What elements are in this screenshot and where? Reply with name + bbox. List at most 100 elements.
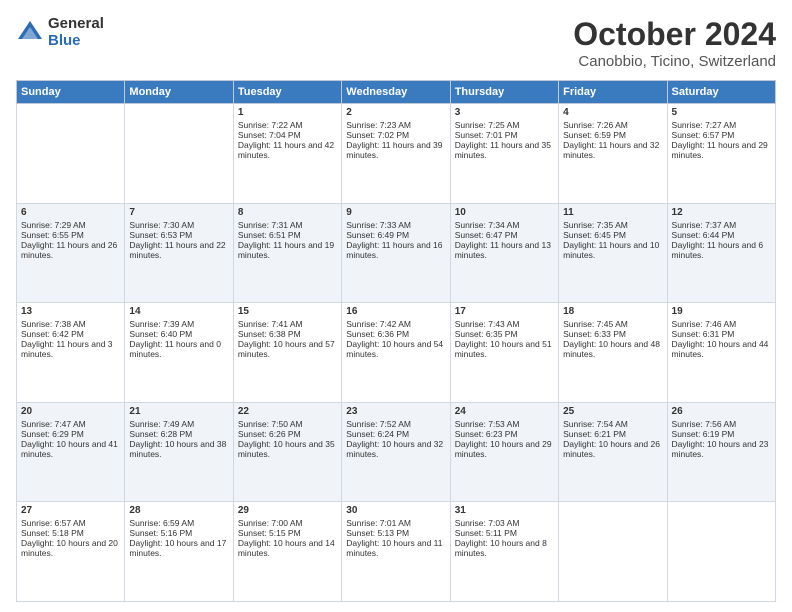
- daylight-text: Daylight: 10 hours and 26 minutes.: [563, 439, 662, 459]
- sunrise-text: Sunrise: 7:38 AM: [21, 319, 120, 329]
- sunset-text: Sunset: 5:18 PM: [21, 528, 120, 538]
- calendar-row: 6Sunrise: 7:29 AMSunset: 6:55 PMDaylight…: [17, 203, 776, 303]
- sunrise-text: Sunrise: 7:30 AM: [129, 220, 228, 230]
- daylight-text: Daylight: 11 hours and 0 minutes.: [129, 339, 228, 359]
- calendar-cell: [17, 104, 125, 204]
- day-number: 23: [346, 406, 445, 417]
- calendar-cell: 14Sunrise: 7:39 AMSunset: 6:40 PMDayligh…: [125, 303, 233, 403]
- sunset-text: Sunset: 5:16 PM: [129, 528, 228, 538]
- calendar-cell: 31Sunrise: 7:03 AMSunset: 5:11 PMDayligh…: [450, 502, 558, 602]
- day-number: 12: [672, 207, 771, 218]
- daylight-text: Daylight: 11 hours and 26 minutes.: [21, 240, 120, 260]
- daylight-text: Daylight: 11 hours and 3 minutes.: [21, 339, 120, 359]
- day-number: 19: [672, 306, 771, 317]
- sunset-text: Sunset: 6:57 PM: [672, 130, 771, 140]
- daylight-text: Daylight: 11 hours and 22 minutes.: [129, 240, 228, 260]
- sunset-text: Sunset: 6:33 PM: [563, 329, 662, 339]
- calendar-row: 13Sunrise: 7:38 AMSunset: 6:42 PMDayligh…: [17, 303, 776, 403]
- sunset-text: Sunset: 6:40 PM: [129, 329, 228, 339]
- calendar-cell: 21Sunrise: 7:49 AMSunset: 6:28 PMDayligh…: [125, 402, 233, 502]
- calendar-cell: 2Sunrise: 7:23 AMSunset: 7:02 PMDaylight…: [342, 104, 450, 204]
- daylight-text: Daylight: 10 hours and 8 minutes.: [455, 538, 554, 558]
- day-number: 29: [238, 505, 337, 516]
- sunset-text: Sunset: 6:44 PM: [672, 230, 771, 240]
- calendar-cell: 12Sunrise: 7:37 AMSunset: 6:44 PMDayligh…: [667, 203, 775, 303]
- sunset-text: Sunset: 5:13 PM: [346, 528, 445, 538]
- daylight-text: Daylight: 10 hours and 54 minutes.: [346, 339, 445, 359]
- calendar-cell: 19 Sunrise: 7:46 AMSunset: 6:31 PMDayligh…: [667, 303, 775, 403]
- sunrise-text: Sunrise: 7:43 AM: [455, 319, 554, 329]
- day-number: 17: [455, 306, 554, 317]
- day-number: 21: [129, 406, 228, 417]
- sunrise-text: Sunrise: 7:01 AM: [346, 518, 445, 528]
- daylight-text: Daylight: 10 hours and 11 minutes.: [346, 538, 445, 558]
- sunrise-text: Sunrise: 7:34 AM: [455, 220, 554, 230]
- calendar-cell: 13Sunrise: 7:38 AMSunset: 6:42 PMDayligh…: [17, 303, 125, 403]
- sunset-text: Sunset: 5:11 PM: [455, 528, 554, 538]
- sunset-text: Sunset: 6:24 PM: [346, 429, 445, 439]
- sunrise-text: Sunrise: 7:46 AM: [672, 319, 771, 329]
- day-number: 4: [563, 107, 662, 118]
- logo: General Blue: [16, 16, 104, 49]
- header: General Blue October 2024 Canobbio, Tici…: [16, 16, 776, 70]
- weekday-header: Saturday: [667, 81, 775, 104]
- calendar-cell: 24Sunrise: 7:53 AMSunset: 6:23 PMDayligh…: [450, 402, 558, 502]
- calendar-cell: 7Sunrise: 7:30 AMSunset: 6:53 PMDaylight…: [125, 203, 233, 303]
- sunset-text: Sunset: 6:31 PM: [672, 329, 771, 339]
- daylight-text: Daylight: 10 hours and 29 minutes.: [455, 439, 554, 459]
- sunset-text: Sunset: 7:02 PM: [346, 130, 445, 140]
- sunset-text: Sunset: 6:21 PM: [563, 429, 662, 439]
- sunrise-text: Sunrise: 6:59 AM: [129, 518, 228, 528]
- calendar-cell: 11Sunrise: 7:35 AMSunset: 6:45 PMDayligh…: [559, 203, 667, 303]
- sunset-text: Sunset: 6:59 PM: [563, 130, 662, 140]
- calendar-table: SundayMondayTuesdayWednesdayThursdayFrid…: [16, 80, 776, 602]
- calendar-cell: 16Sunrise: 7:42 AMSunset: 6:36 PMDayligh…: [342, 303, 450, 403]
- sunrise-text: Sunrise: 6:57 AM: [21, 518, 120, 528]
- day-number: 25: [563, 406, 662, 417]
- calendar-cell: 23 Sunrise: 7:52 AMSunset: 6:24 PMDayligh…: [342, 402, 450, 502]
- day-number: 6: [21, 207, 120, 218]
- calendar-row: 1Sunrise: 7:22 AMSunset: 7:04 PMDaylight…: [17, 104, 776, 204]
- calendar-cell: 15Sunrise: 7:41 AMSunset: 6:38 PMDayligh…: [233, 303, 341, 403]
- calendar-cell: 10Sunrise: 7:34 AMSunset: 6:47 PMDayligh…: [450, 203, 558, 303]
- calendar-cell: 5Sunrise: 7:27 AMSunset: 6:57 PMDaylight…: [667, 104, 775, 204]
- daylight-text: Daylight: 10 hours and 41 minutes.: [21, 439, 120, 459]
- daylight-text: Daylight: 10 hours and 17 minutes.: [129, 538, 228, 558]
- calendar-cell: 25Sunrise: 7:54 AMSunset: 6:21 PMDayligh…: [559, 402, 667, 502]
- sunrise-text: Sunrise: 7:45 AM: [563, 319, 662, 329]
- sunset-text: Sunset: 6:23 PM: [455, 429, 554, 439]
- sunset-text: Sunset: 5:15 PM: [238, 528, 337, 538]
- daylight-text: Daylight: 11 hours and 29 minutes.: [672, 140, 771, 160]
- calendar-cell: 6Sunrise: 7:29 AMSunset: 6:55 PMDaylight…: [17, 203, 125, 303]
- sunset-text: Sunset: 6:47 PM: [455, 230, 554, 240]
- sunrise-text: Sunrise: 7:23 AM: [346, 120, 445, 130]
- day-number: 22: [238, 406, 337, 417]
- weekday-header: Wednesday: [342, 81, 450, 104]
- sunset-text: Sunset: 6:28 PM: [129, 429, 228, 439]
- calendar-row: 27Sunrise: 6:57 AMSunset: 5:18 PMDayligh…: [17, 502, 776, 602]
- calendar-cell: 1Sunrise: 7:22 AMSunset: 7:04 PMDaylight…: [233, 104, 341, 204]
- calendar-cell: 18Sunrise: 7:45 AMSunset: 6:33 PMDayligh…: [559, 303, 667, 403]
- calendar-cell: [559, 502, 667, 602]
- location: Canobbio, Ticino, Switzerland: [573, 53, 776, 70]
- sunrise-text: Sunrise: 7:56 AM: [672, 419, 771, 429]
- calendar-cell: 4Sunrise: 7:26 AMSunset: 6:59 PMDaylight…: [559, 104, 667, 204]
- sunrise-text: Sunrise: 7:47 AM: [21, 419, 120, 429]
- sunrise-text: Sunrise: 7:39 AM: [129, 319, 228, 329]
- day-number: 26: [672, 406, 771, 417]
- day-number: 13: [21, 306, 120, 317]
- calendar-cell: 20Sunrise: 7:47 AMSunset: 6:29 PMDayligh…: [17, 402, 125, 502]
- day-number: 2: [346, 107, 445, 118]
- month-title: October 2024: [573, 16, 776, 53]
- daylight-text: Daylight: 10 hours and 44 minutes.: [672, 339, 771, 359]
- calendar-cell: 27Sunrise: 6:57 AMSunset: 5:18 PMDayligh…: [17, 502, 125, 602]
- daylight-text: Daylight: 10 hours and 32 minutes.: [346, 439, 445, 459]
- daylight-text: Daylight: 11 hours and 6 minutes.: [672, 240, 771, 260]
- sunrise-text: Sunrise: 7:00 AM: [238, 518, 337, 528]
- daylight-text: Daylight: 11 hours and 19 minutes.: [238, 240, 337, 260]
- sunset-text: Sunset: 6:51 PM: [238, 230, 337, 240]
- sunset-text: Sunset: 6:45 PM: [563, 230, 662, 240]
- day-number: 5: [672, 107, 771, 118]
- sunset-text: Sunset: 6:36 PM: [346, 329, 445, 339]
- sunrise-text: Sunrise: 7:52 AM: [346, 419, 445, 429]
